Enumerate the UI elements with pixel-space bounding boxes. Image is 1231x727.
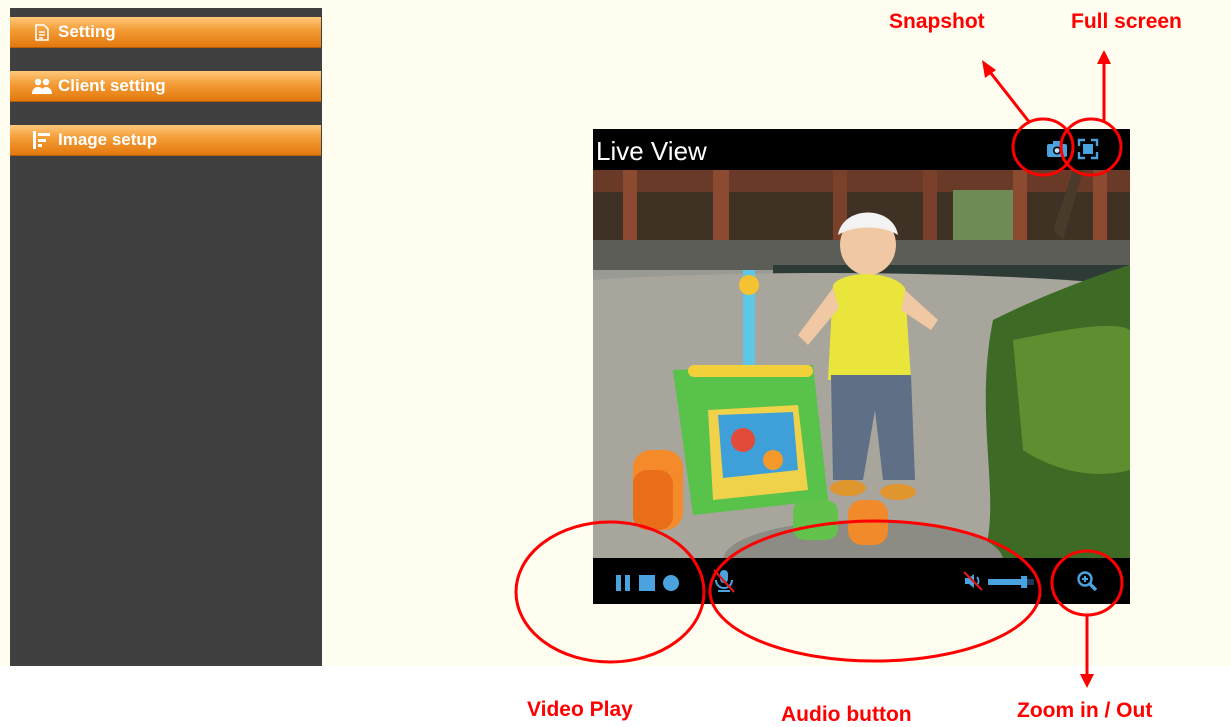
fullscreen-arrowhead [1097,50,1111,64]
audio-button-label: Audio button [781,703,912,726]
snapshot-label: Snapshot [889,10,985,33]
full-screen-label: Full screen [1071,10,1182,33]
video-play-highlight-ellipse [514,520,706,664]
zoom-arrowhead [1080,674,1094,688]
snapshot-arrow [988,71,1032,124]
annotation-overlay [514,50,1124,688]
fullscreen-highlight-circle [1059,117,1123,177]
snapshot-highlight-circle [1011,117,1075,177]
zoom-highlight-circle [1050,549,1124,617]
video-play-label: Video Play [527,698,633,721]
audio-button-highlight-ellipse [708,519,1042,663]
zoom-label: Zoom in / Out [1017,699,1153,722]
